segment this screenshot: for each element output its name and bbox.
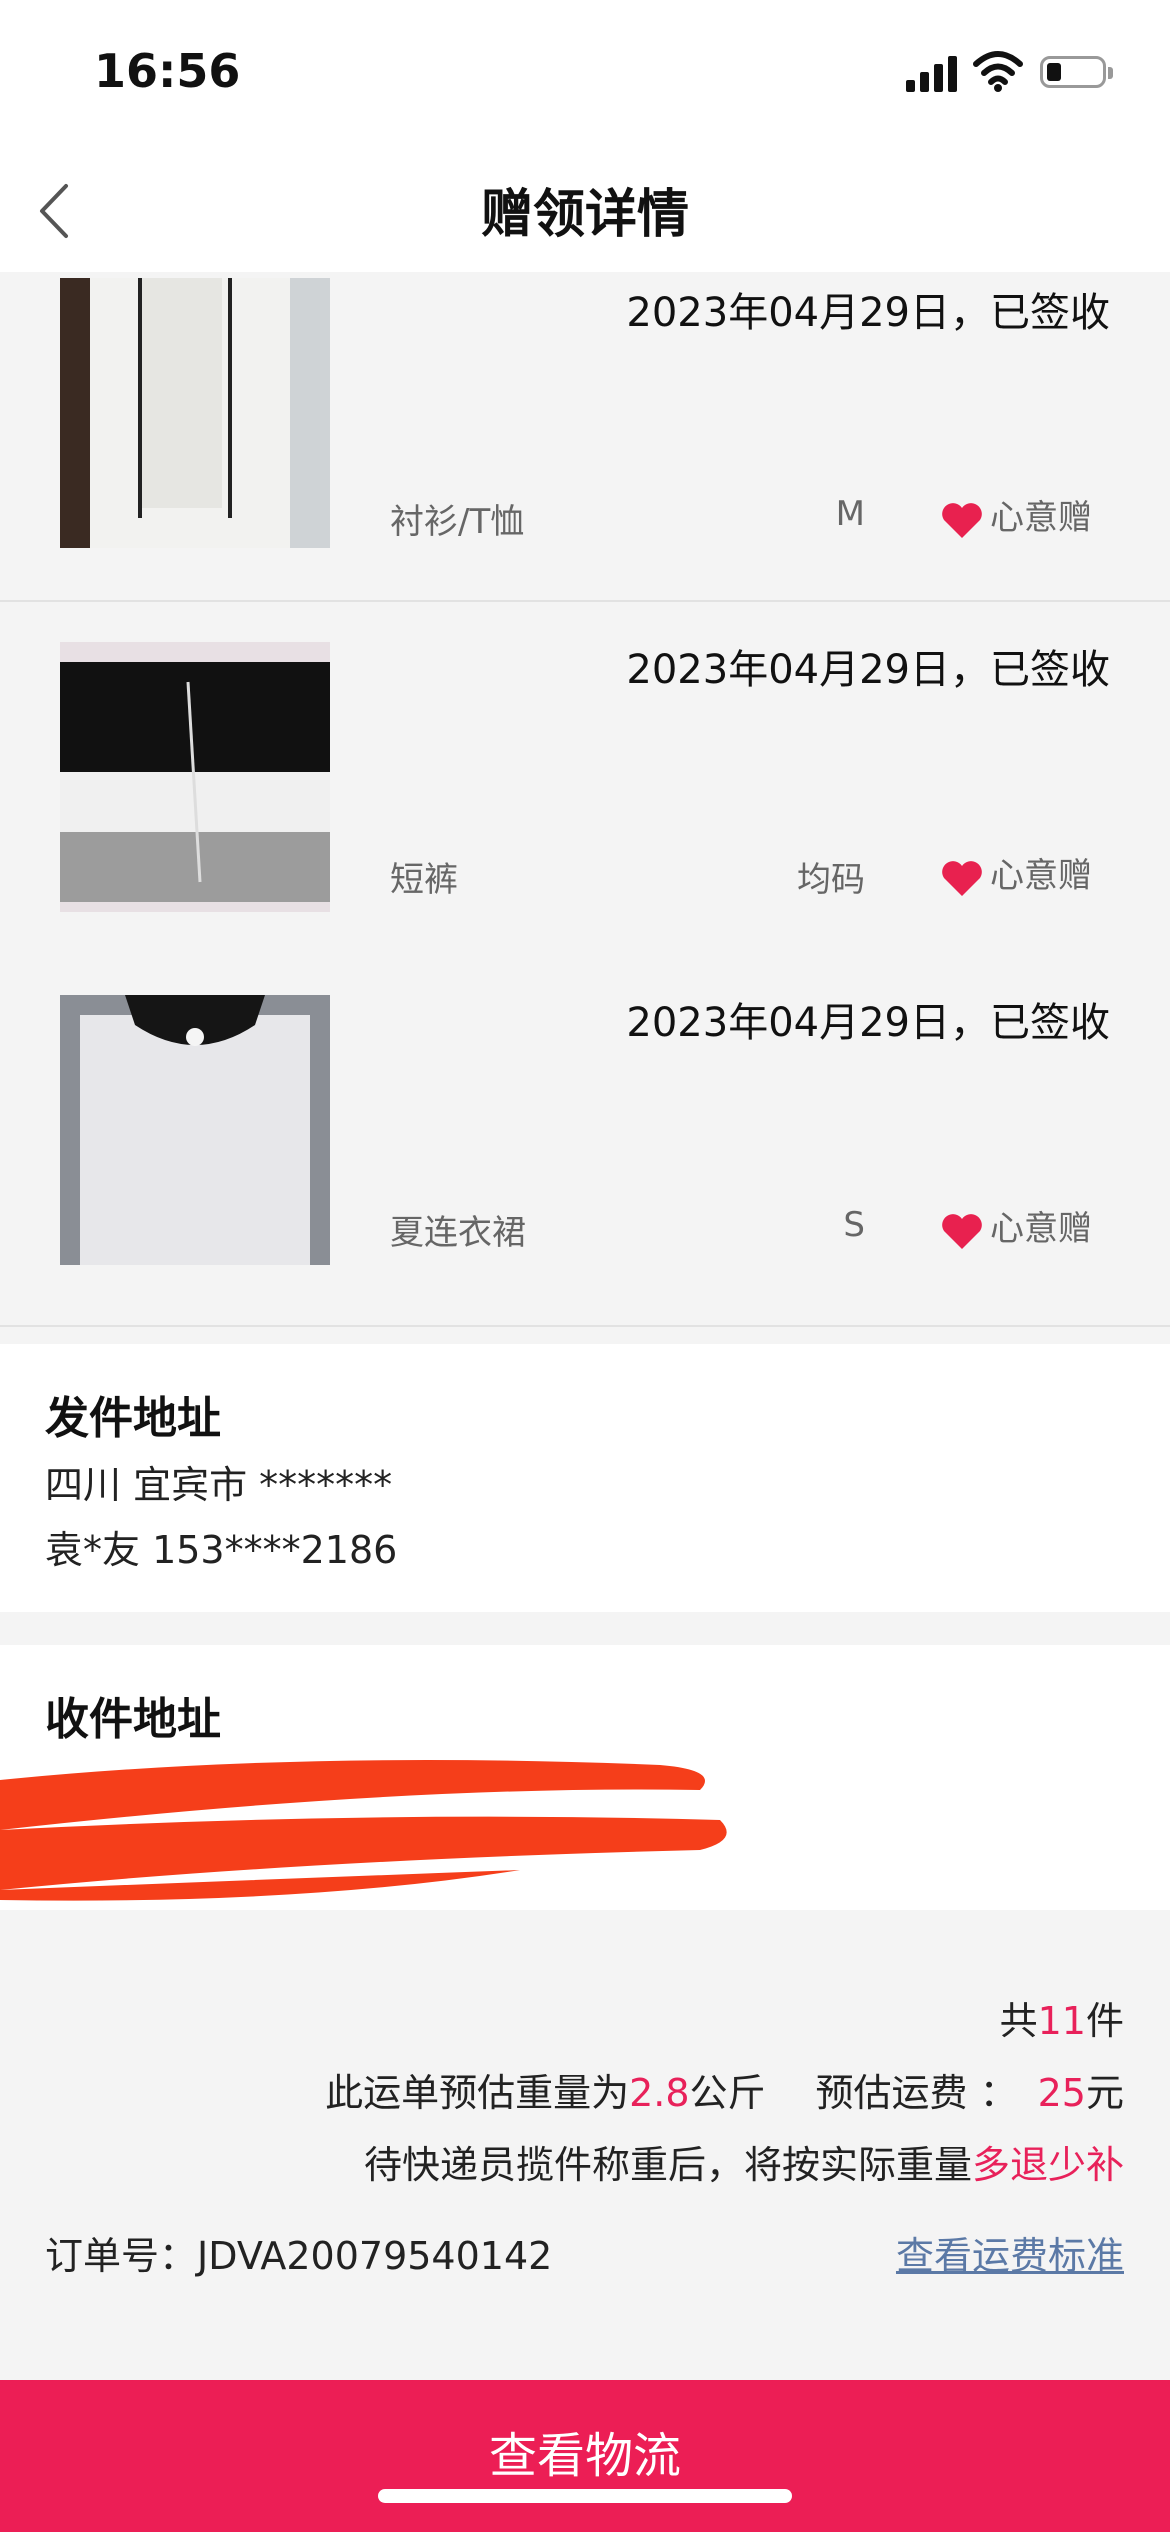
receiver-address-card: 收件地址 — [0, 1645, 1170, 1910]
view-fee-standard-link[interactable]: 查看运费标准 — [896, 2225, 1124, 2280]
redaction-scribble — [0, 1760, 727, 1901]
item-category: 夏连衣裙 — [390, 1213, 526, 1253]
item-photo-dress — [60, 995, 330, 1265]
sender-address-card: 发件地址 四川 宜宾市 ******* 袁*友 153****2186 — [0, 1344, 1170, 1612]
weight-fee-line: 此运单预估重量为2.8公斤 预估运费 ： 25元 — [325, 2071, 1124, 2115]
page-title: 赠领详情 — [480, 185, 689, 245]
item-count: 共11件 — [999, 1999, 1124, 2043]
status-time: 16:56 — [94, 44, 241, 98]
home-indicator — [378, 2489, 792, 2503]
gift-badge: 心意赠 — [940, 490, 1092, 540]
gift-badge-label: 心意赠 — [990, 1209, 1092, 1249]
item-category: 衬衫/T恤 — [390, 502, 525, 542]
item-photo-shorts — [60, 642, 330, 912]
heart-icon — [942, 860, 982, 896]
cellular-signal-icon — [906, 54, 960, 92]
status-bar: 16:56 — [0, 0, 1170, 150]
sender-title: 发件地址 — [45, 1393, 221, 1444]
settlement-note: 待快递员揽件称重后，将按实际重量多退少补 — [363, 2143, 1124, 2187]
heart-icon — [942, 502, 982, 538]
receiver-title: 收件地址 — [45, 1694, 221, 1745]
item-date: 2023年04月29日，已签收 — [626, 290, 1110, 336]
list-item[interactable]: 2023年04月29日，已签收 夏连衣裙 S 心意赠 — [0, 955, 1170, 1327]
item-date: 2023年04月29日，已签收 — [626, 1000, 1110, 1046]
item-photo-shirt — [60, 278, 330, 548]
gift-badge-label: 心意赠 — [990, 498, 1092, 538]
heart-icon — [942, 1213, 982, 1249]
nav-bar: 赠领详情 — [0, 150, 1170, 272]
gift-badge: 心意赠 — [940, 848, 1092, 898]
item-size: 均码 — [797, 860, 865, 900]
item-category: 短裤 — [390, 860, 458, 900]
wifi-icon — [973, 51, 1023, 92]
sender-address: 四川 宜宾市 ******* — [45, 1463, 393, 1507]
gift-badge-label: 心意赠 — [990, 856, 1092, 896]
order-number: 订单号：JDVA20079540142 — [45, 2234, 553, 2278]
view-logistics-button[interactable]: 查看物流 — [0, 2380, 1170, 2532]
item-size: S — [843, 1205, 865, 1245]
list-item[interactable]: 2023年04月29日，已签收 衬衫/T恤 M 心意赠 — [0, 272, 1170, 602]
list-item[interactable]: 2023年04月29日，已签收 短裤 均码 心意赠 — [0, 602, 1170, 957]
battery-icon — [1040, 56, 1113, 88]
item-date: 2023年04月29日，已签收 — [626, 647, 1110, 693]
sender-contact: 袁*友 153****2186 — [45, 1528, 398, 1572]
gift-badge: 心意赠 — [940, 1201, 1092, 1251]
shipping-summary: 共11件 此运单预估重量为2.8公斤 预估运费 ： 25元 待快递员揽件称重后，将按… — [0, 1912, 1170, 2380]
item-size: M — [835, 494, 865, 534]
